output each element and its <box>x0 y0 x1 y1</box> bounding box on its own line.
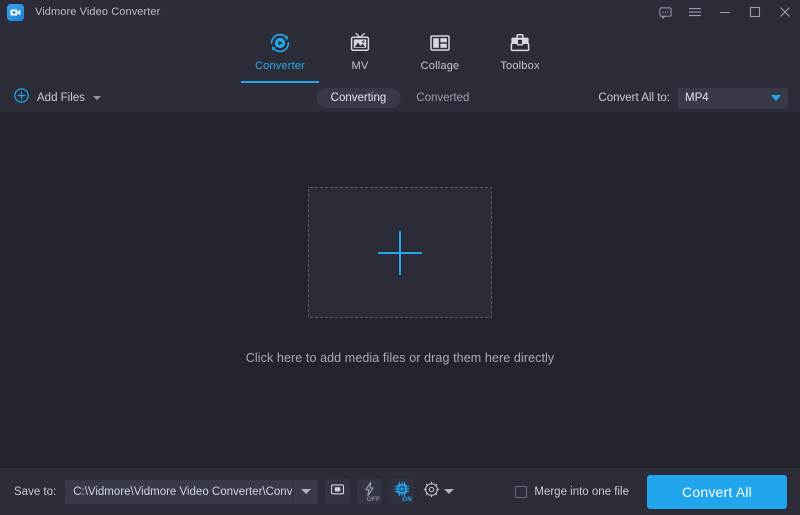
tab-toolbox[interactable]: Toolbox <box>480 24 560 84</box>
chevron-down-icon[interactable] <box>92 96 101 100</box>
tab-collage-label: Collage <box>420 60 460 72</box>
toolbox-icon <box>507 30 533 56</box>
format-value: MP4 <box>685 92 709 104</box>
tab-mv[interactable]: MV <box>320 24 400 84</box>
tab-collage[interactable]: Collage <box>400 24 480 84</box>
close-icon[interactable] <box>770 0 800 24</box>
tab-converter[interactable]: Converter <box>240 24 320 84</box>
mv-icon <box>347 30 373 56</box>
gear-icon <box>423 481 440 503</box>
folder-open-icon <box>330 482 345 501</box>
collage-icon <box>427 30 453 56</box>
chevron-down-icon <box>300 489 311 494</box>
plus-icon <box>378 230 422 275</box>
format-select[interactable]: MP4 <box>678 87 788 109</box>
merge-into-one-file-option[interactable]: Merge into one file <box>515 485 629 498</box>
main-content: Click here to add media files or drag th… <box>0 113 800 467</box>
status-filter-segmented: Converting Converted <box>316 88 484 108</box>
main-tabs: Converter MV Collage Toolbox <box>0 24 800 84</box>
menu-icon[interactable] <box>680 0 710 24</box>
app-logo-icon <box>7 3 24 21</box>
convert-all-to-label: Convert All to: <box>598 92 670 104</box>
toolbar: Add Files Converting Converted Convert A… <box>0 84 800 113</box>
add-files-label: Add Files <box>37 92 85 104</box>
merge-label: Merge into one file <box>534 485 629 498</box>
tab-mv-label: MV <box>351 60 369 72</box>
app-window: Vidmore Video Converter Converter MV Col… <box>0 0 800 515</box>
plus-circle-icon <box>14 88 29 108</box>
save-path-field[interactable]: C:\Vidmore\Vidmore Video Converter\Conve… <box>65 479 319 504</box>
settings-button[interactable] <box>421 479 456 504</box>
minimize-icon[interactable] <box>710 0 740 24</box>
save-path-dropdown[interactable] <box>292 479 318 504</box>
media-dropzone[interactable] <box>308 187 492 318</box>
feedback-icon[interactable] <box>650 0 680 24</box>
dropzone-wrapper: Click here to add media files or drag th… <box>246 187 555 365</box>
segment-converted[interactable]: Converted <box>402 88 483 108</box>
bottom-right-group: Merge into one file Convert All <box>515 474 800 509</box>
convert-all-to-group: Convert All to: MP4 <box>598 87 788 109</box>
add-files-button[interactable]: Add Files <box>14 88 101 108</box>
chevron-down-icon[interactable] <box>444 489 455 494</box>
merge-checkbox[interactable] <box>515 485 528 498</box>
dropzone-hint: Click here to add media files or drag th… <box>245 351 555 365</box>
accel-state-label: OFF <box>366 496 381 503</box>
hardware-accel-toggle[interactable]: OFF <box>357 479 383 504</box>
open-folder-button[interactable] <box>325 479 351 504</box>
chevron-down-icon <box>771 95 781 101</box>
maximize-icon[interactable] <box>740 0 770 24</box>
window-controls <box>650 0 800 24</box>
tab-converter-label: Converter <box>254 60 306 72</box>
app-title: Vidmore Video Converter <box>35 6 161 18</box>
tab-toolbox-label: Toolbox <box>500 60 540 72</box>
bottom-bar: Save to: C:\Vidmore\Vidmore Video Conver… <box>0 467 800 515</box>
segment-converting[interactable]: Converting <box>316 88 401 108</box>
gpu-accel-toggle[interactable]: ON <box>389 479 415 504</box>
save-to-label: Save to: <box>14 485 57 498</box>
save-path-value: C:\Vidmore\Vidmore Video Converter\Conve… <box>73 485 293 498</box>
converter-icon <box>267 30 293 56</box>
title-bar: Vidmore Video Converter <box>0 0 800 24</box>
convert-all-button[interactable]: Convert All <box>647 474 787 509</box>
gpu-state-label: ON <box>402 496 413 503</box>
